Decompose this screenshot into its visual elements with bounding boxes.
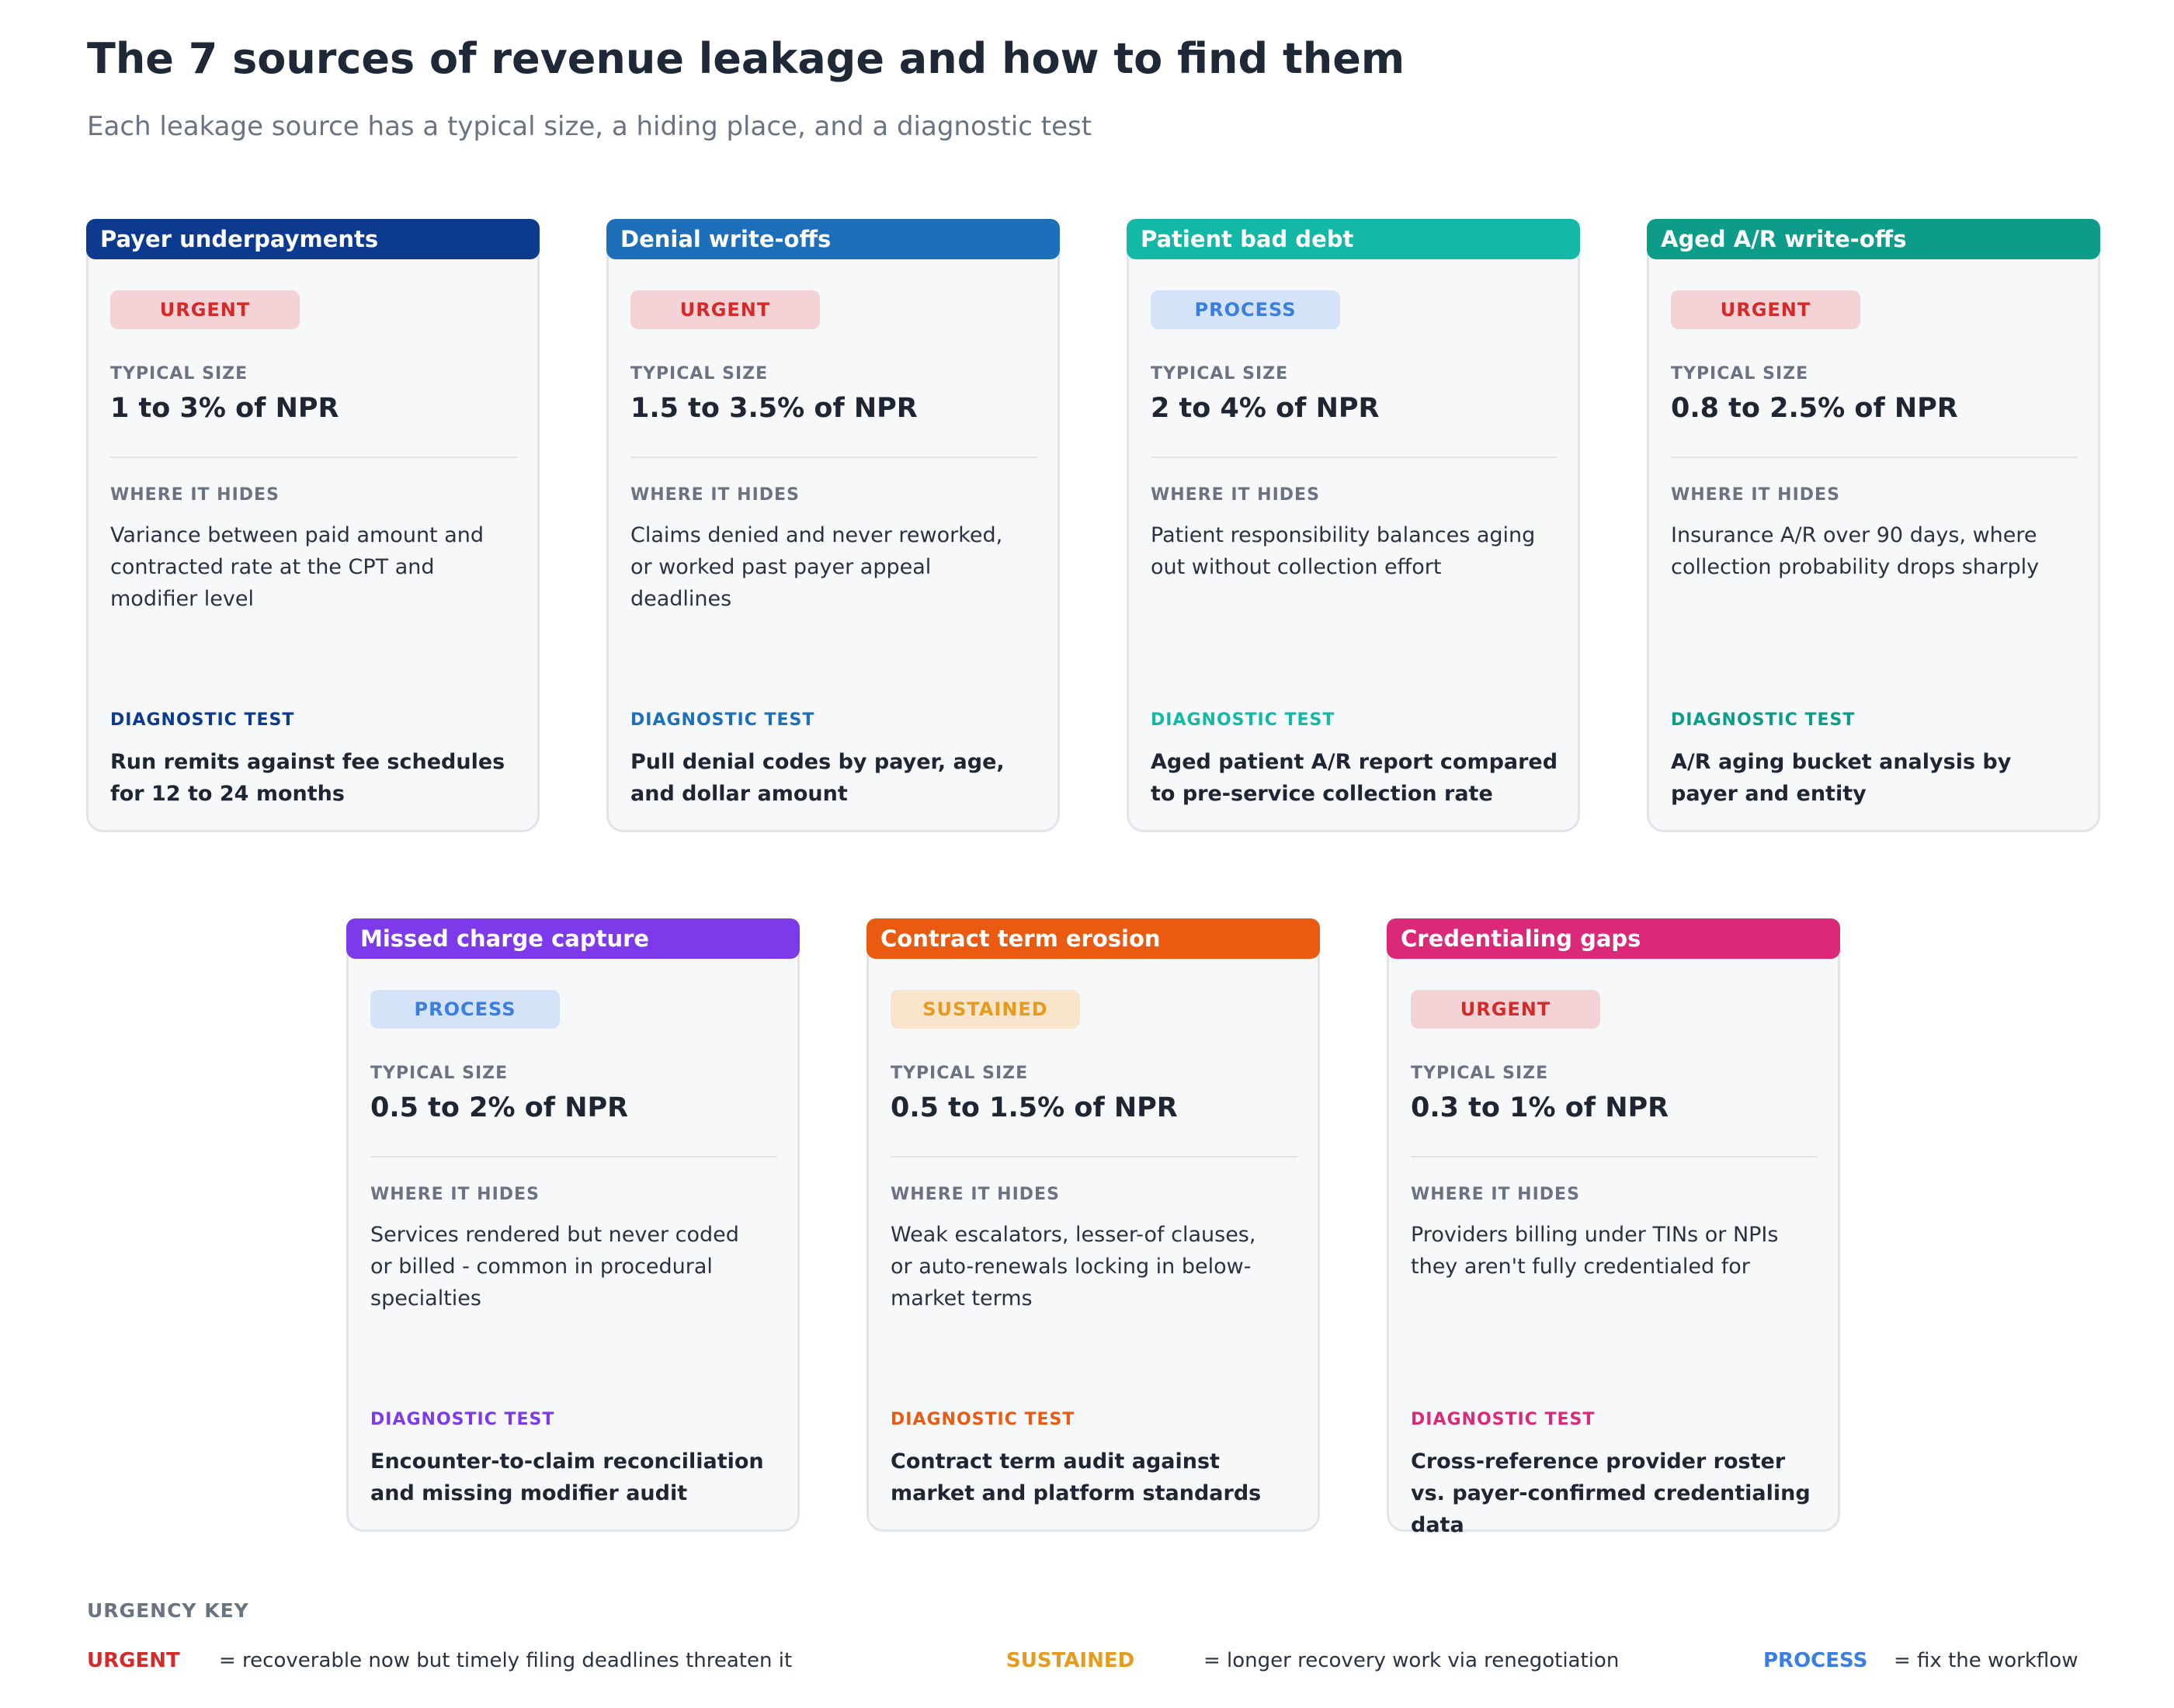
where-it-hides-text: Variance between paid amount and contrac… [110, 523, 484, 611]
card-title: Denial write-offs [606, 219, 1060, 259]
urgency-badge: URGENT [110, 290, 300, 329]
key-item-sustained: SUSTAINED = longer recovery work via rene… [1006, 1649, 1619, 1672]
typical-size-label: TYPICAL SIZE [370, 1064, 509, 1083]
leakage-card: Missed charge capture PROCESS TYPICAL SI… [346, 918, 800, 1532]
typical-size-value: 0.8 to 2.5% of NPR [1671, 393, 1958, 424]
leakage-card: Patient bad debt PROCESS TYPICAL SIZE 2 … [1127, 219, 1580, 832]
diagnostic-test-text: Contract term audit against market and p… [891, 1449, 1262, 1505]
typical-size-label: TYPICAL SIZE [1151, 364, 1289, 384]
diagnostic-test-text: Pull denial codes by payer, age, and dol… [630, 750, 1005, 806]
typical-size-value: 1 to 3% of NPR [110, 393, 339, 424]
leakage-card: Denial write-offs URGENT TYPICAL SIZE 1.… [606, 219, 1060, 832]
diagnostic-test-label: DIAGNOSTIC TEST [1671, 710, 1856, 730]
urgency-key-title: URGENCY KEY [87, 1599, 249, 1622]
where-it-hides-label: WHERE IT HIDES [1151, 485, 1320, 505]
typical-size-value: 1.5 to 3.5% of NPR [630, 393, 918, 424]
typical-size-value: 2 to 4% of NPR [1151, 393, 1380, 424]
diagnostic-test-text: Run remits against fee schedules for 12 … [110, 750, 505, 806]
divider [1671, 457, 2078, 458]
page-title: The 7 sources of revenue leakage and how… [87, 34, 1405, 83]
leakage-card: Credentialing gaps URGENT TYPICAL SIZE 0… [1387, 918, 1840, 1537]
key-code: URGENT [87, 1649, 180, 1672]
urgency-badge: URGENT [630, 290, 820, 329]
typical-size-label: TYPICAL SIZE [1411, 1064, 1549, 1083]
diagnostic-test-text: A/R aging bucket analysis by payer and e… [1671, 750, 2012, 806]
typical-size-label: TYPICAL SIZE [630, 364, 769, 384]
typical-size-label: TYPICAL SIZE [110, 364, 248, 384]
key-code: SUSTAINED [1006, 1649, 1135, 1672]
divider [1151, 457, 1558, 458]
diagnostic-test-label: DIAGNOSTIC TEST [891, 1410, 1075, 1429]
card-title: Payer underpayments [86, 219, 540, 259]
where-it-hides-label: WHERE IT HIDES [370, 1185, 540, 1204]
where-it-hides-text: Claims denied and never reworked, or wor… [630, 523, 1003, 611]
key-item-urgent: URGENT = recoverable now but timely filin… [87, 1649, 792, 1672]
card-title: Patient bad debt [1127, 219, 1580, 259]
diagnostic-test-text: Cross-reference provider roster vs. paye… [1411, 1449, 1811, 1537]
card-title: Missed charge capture [346, 918, 800, 959]
typical-size-value: 0.5 to 2% of NPR [370, 1092, 629, 1123]
typical-size-label: TYPICAL SIZE [891, 1064, 1029, 1083]
divider [630, 457, 1037, 458]
divider [110, 457, 517, 458]
diagnostic-test-label: DIAGNOSTIC TEST [370, 1410, 555, 1429]
urgency-badge: URGENT [1671, 290, 1860, 329]
where-it-hides-label: WHERE IT HIDES [110, 485, 280, 505]
diagnostic-test-text: Encounter-to-claim reconciliation and mi… [370, 1449, 764, 1505]
divider [1411, 1156, 1818, 1158]
page-subtitle: Each leakage source has a typical size, … [87, 111, 1092, 142]
typical-size-value: 0.5 to 1.5% of NPR [891, 1092, 1178, 1123]
urgency-badge: SUSTAINED [891, 990, 1080, 1029]
diagnostic-test-label: DIAGNOSTIC TEST [1411, 1410, 1596, 1429]
where-it-hides-label: WHERE IT HIDES [630, 485, 800, 505]
divider [891, 1156, 1297, 1158]
diagnostic-test-label: DIAGNOSTIC TEST [110, 710, 295, 730]
urgency-badge: URGENT [1411, 990, 1600, 1029]
where-it-hides-text: Services rendered but never coded or bil… [370, 1223, 739, 1311]
key-description: = recoverable now but timely filing dead… [219, 1649, 793, 1672]
where-it-hides-text: Insurance A/R over 90 days, where collec… [1671, 523, 2040, 579]
leakage-card: Contract term erosion SUSTAINED TYPICAL … [866, 918, 1320, 1532]
typical-size-label: TYPICAL SIZE [1671, 364, 1809, 384]
diagnostic-test-label: DIAGNOSTIC TEST [630, 710, 815, 730]
leakage-card: Payer underpayments URGENT TYPICAL SIZE … [86, 219, 540, 832]
card-title: Contract term erosion [866, 918, 1320, 959]
diagnostic-test-label: DIAGNOSTIC TEST [1151, 710, 1335, 730]
where-it-hides-label: WHERE IT HIDES [1411, 1185, 1580, 1204]
leakage-card: Aged A/R write-offs URGENT TYPICAL SIZE … [1647, 219, 2100, 832]
key-code: PROCESS [1763, 1649, 1868, 1672]
typical-size-value: 0.3 to 1% of NPR [1411, 1092, 1669, 1123]
key-description: = fix the workflow [1894, 1649, 2078, 1672]
where-it-hides-text: Weak escalators, lesser-of clauses, or a… [891, 1223, 1256, 1311]
urgency-badge: PROCESS [370, 990, 560, 1029]
key-description: = longer recovery work via renegotiation [1203, 1649, 1620, 1672]
where-it-hides-text: Patient responsibility balances aging ou… [1151, 523, 1536, 579]
divider [370, 1156, 777, 1158]
diagnostic-test-text: Aged patient A/R report compared to pre-… [1151, 750, 1558, 806]
card-title: Aged A/R write-offs [1647, 219, 2100, 259]
where-it-hides-text: Providers billing under TINs or NPIs the… [1411, 1223, 1779, 1279]
urgency-badge: PROCESS [1151, 290, 1340, 329]
where-it-hides-label: WHERE IT HIDES [1671, 485, 1840, 505]
where-it-hides-label: WHERE IT HIDES [891, 1185, 1060, 1204]
key-item-process: PROCESS = fix the workflow [1763, 1649, 2078, 1672]
card-title: Credentialing gaps [1387, 918, 1840, 959]
